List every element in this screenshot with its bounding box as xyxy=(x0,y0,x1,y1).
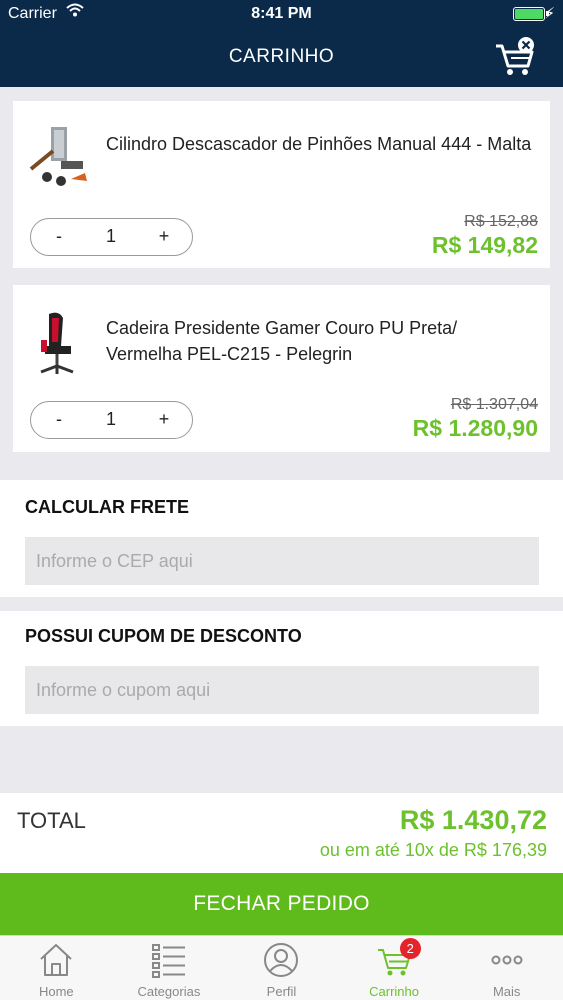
tab-bar: Home Categorias Perfil 2 Carrinho Mais xyxy=(0,935,563,1000)
list-icon xyxy=(151,944,185,978)
tab-label: Categorias xyxy=(137,984,201,999)
home-icon xyxy=(40,944,72,976)
cart-remove-icon[interactable] xyxy=(494,36,538,78)
total-bar: TOTAL R$ 1.430,72 ou em até 10x de R$ 17… xyxy=(0,793,563,873)
cart-count-badge: 2 xyxy=(399,938,421,959)
tab-label: Perfil xyxy=(266,984,297,999)
coupon-input[interactable] xyxy=(25,666,539,714)
tab-perfil[interactable]: Perfil xyxy=(225,936,338,1000)
status-bar: Carrier 8:41 PM ⚡ xyxy=(0,0,563,30)
tab-categorias[interactable]: Categorias xyxy=(113,936,226,1000)
tab-label: Home xyxy=(38,984,74,999)
clock: 8:41 PM xyxy=(251,5,312,22)
product-image[interactable] xyxy=(23,310,93,380)
decrease-button[interactable]: - xyxy=(39,219,79,254)
total-value: R$ 1.430,72 xyxy=(399,805,547,835)
current-price: R$ 1.280,90 xyxy=(412,415,538,441)
tab-mais[interactable]: Mais xyxy=(450,936,563,1000)
total-label: TOTAL xyxy=(17,808,86,833)
more-icon xyxy=(491,955,523,965)
user-icon xyxy=(264,943,299,977)
increase-button[interactable]: + xyxy=(144,219,184,254)
coupon-section: POSSUI CUPOM DE DESCONTO xyxy=(0,611,563,726)
quantity-stepper: - 1 + xyxy=(30,401,193,439)
app-header: Carrier 8:41 PM ⚡ CARRINHO xyxy=(0,0,563,87)
quantity-value: 1 xyxy=(105,409,116,429)
cart-item: Cilindro Descascador de Pinhões Manual 4… xyxy=(13,101,550,268)
installments-text: ou em até 10x de R$ 176,39 xyxy=(319,840,547,860)
coupon-label: POSSUI CUPOM DE DESCONTO xyxy=(25,626,302,646)
old-price: R$ 1.307,04 xyxy=(450,396,538,413)
shipping-label: CALCULAR FRETE xyxy=(25,497,189,517)
old-price: R$ 152,88 xyxy=(464,213,538,230)
decrease-button[interactable]: - xyxy=(39,402,79,437)
battery-icon xyxy=(513,7,549,21)
tab-carrinho[interactable]: 2 Carrinho xyxy=(338,936,451,1000)
tab-home[interactable]: Home xyxy=(0,936,113,1000)
page-title: CARRINHO xyxy=(228,46,335,67)
product-name[interactable]: Cadeira Presidente Gamer Couro PU Preta/… xyxy=(106,315,536,367)
cart-item: Cadeira Presidente Gamer Couro PU Preta/… xyxy=(13,285,550,452)
current-price: R$ 149,82 xyxy=(431,232,538,258)
product-image[interactable] xyxy=(23,121,93,191)
charging-icon: ⚡ xyxy=(544,5,555,22)
increase-button[interactable]: + xyxy=(144,402,184,437)
shipping-section: CALCULAR FRETE xyxy=(0,480,563,597)
tab-label: Mais xyxy=(492,984,521,999)
product-name[interactable]: Cilindro Descascador de Pinhões Manual 4… xyxy=(106,131,536,157)
quantity-stepper: - 1 + xyxy=(30,218,193,256)
tab-label: Carrinho xyxy=(369,984,419,999)
quantity-value: 1 xyxy=(105,226,116,246)
cep-input[interactable] xyxy=(25,537,539,585)
checkout-button[interactable]: FECHAR PEDIDO xyxy=(0,873,563,935)
